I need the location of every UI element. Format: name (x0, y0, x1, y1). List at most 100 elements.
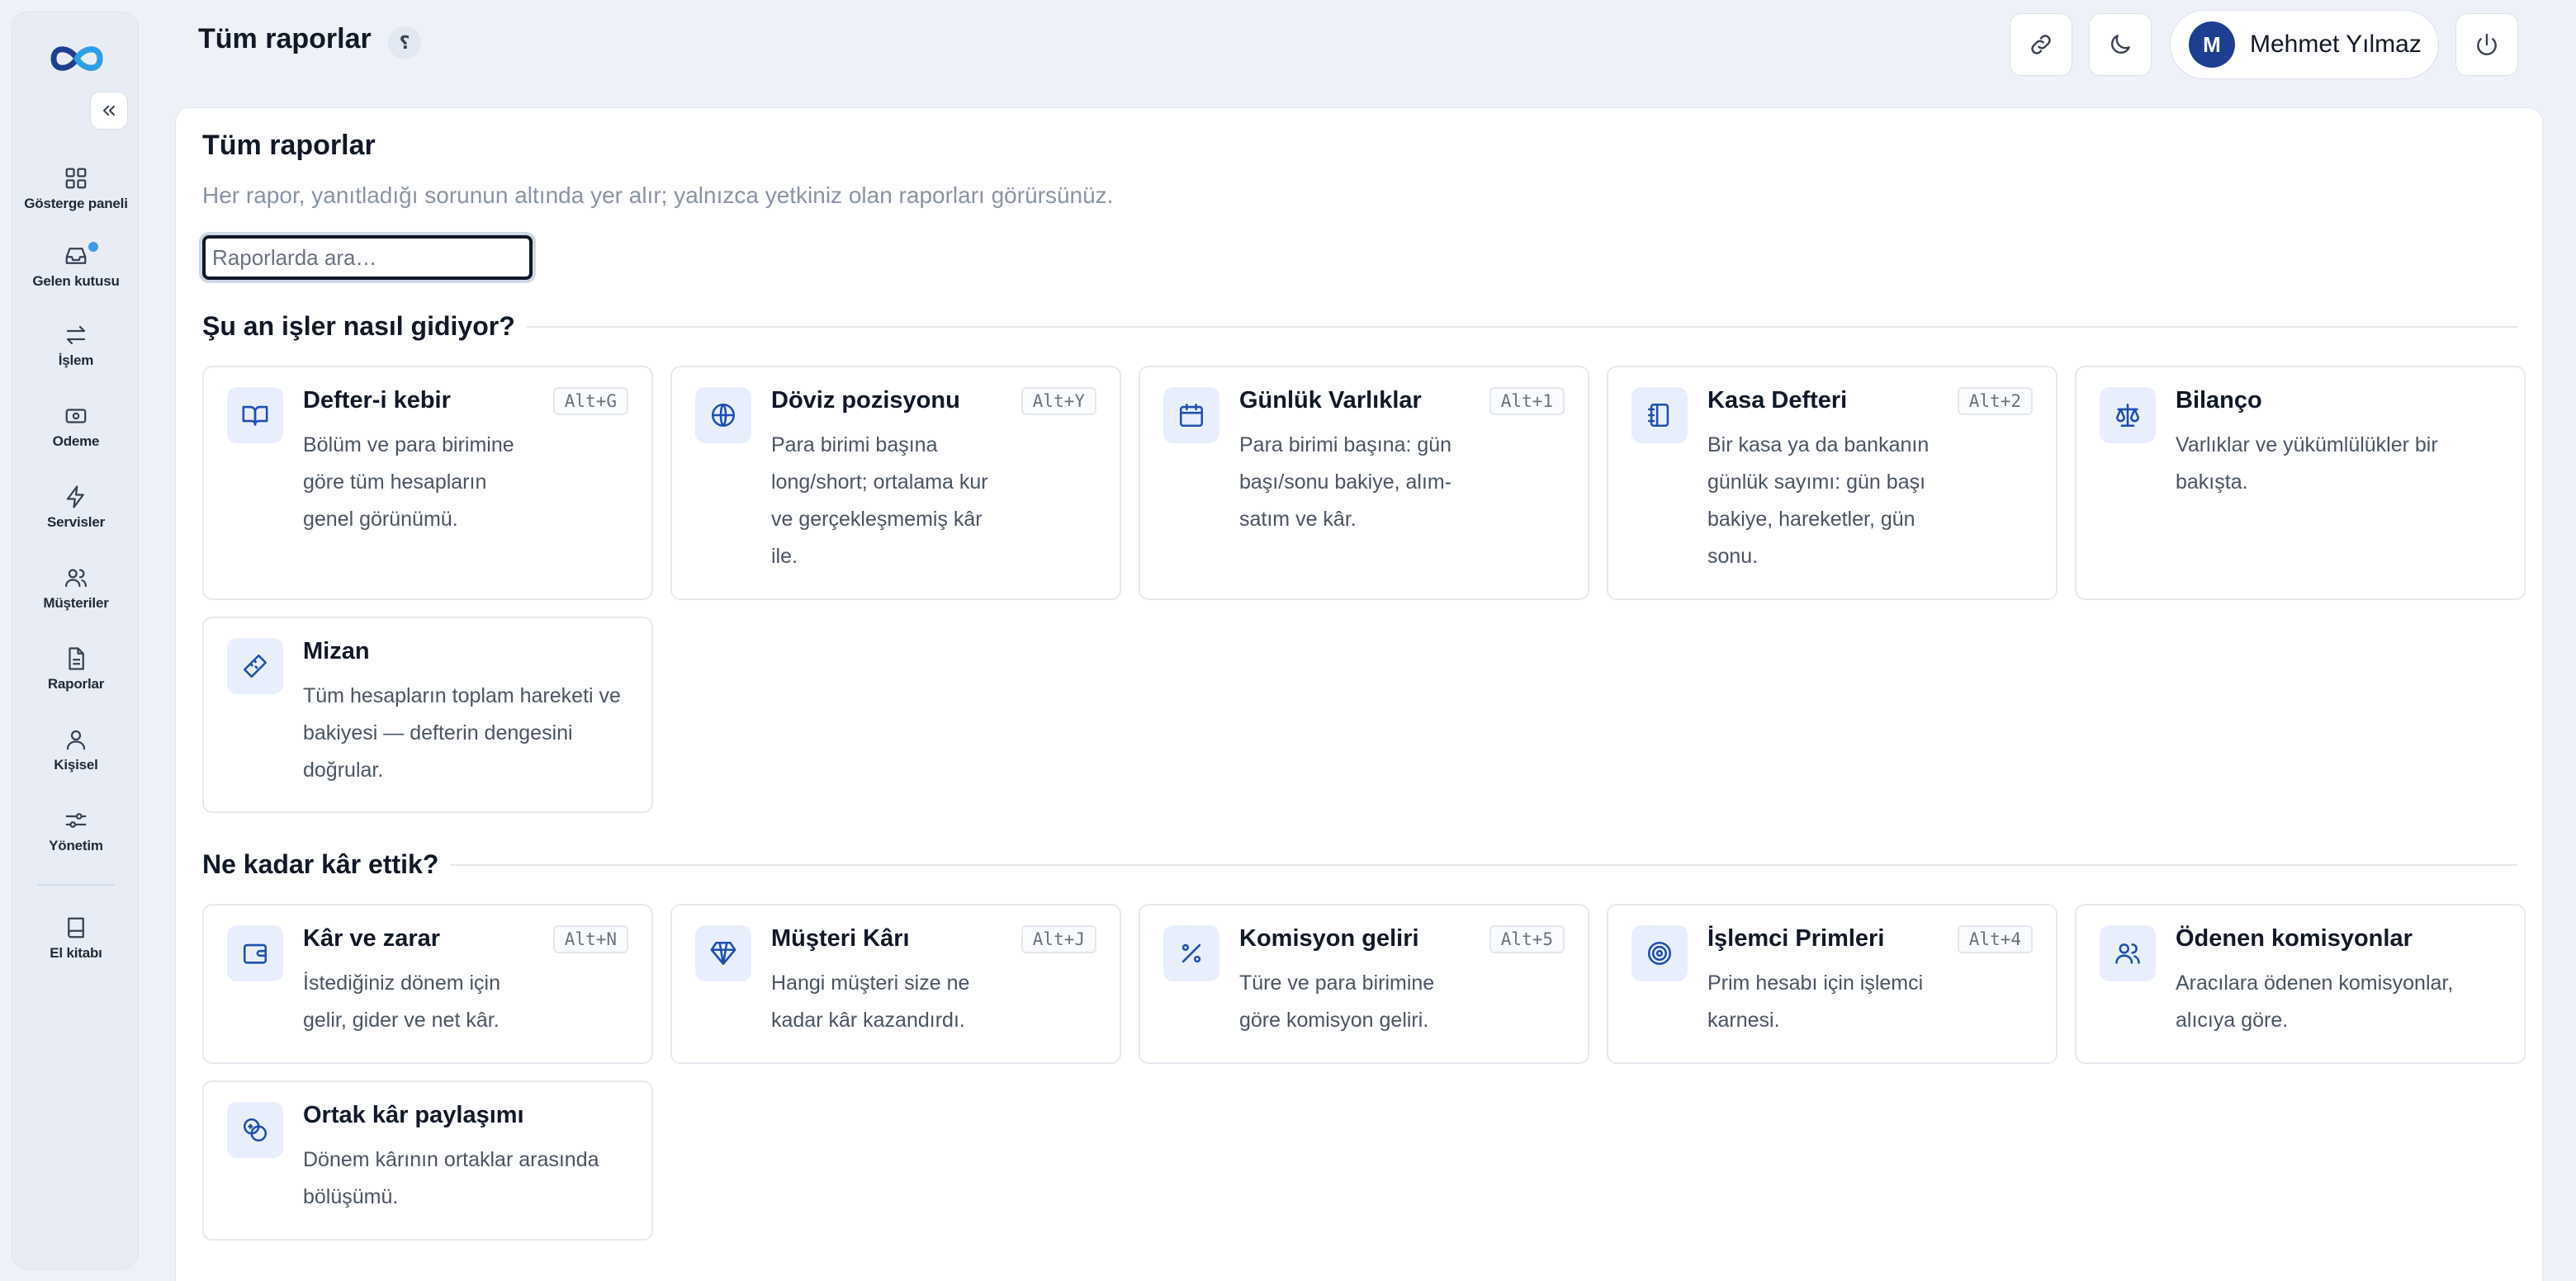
card-icon-box (227, 387, 283, 443)
report-card-commission-income[interactable]: Komisyon geliri Alt+5 Türe ve para birim… (1139, 904, 1589, 1064)
sidebar-item-payment[interactable]: Odeme (12, 395, 140, 458)
sidebar-item-label: Kişisel (54, 757, 98, 773)
dashboard-icon (65, 168, 87, 189)
notebook-icon (1647, 403, 1669, 428)
document-icon (69, 647, 84, 670)
card-description: Aracılara ödenen komisyonlar, alıcıya gö… (2176, 971, 2454, 1032)
sidebar-item-management[interactable]: Yönetim (12, 800, 140, 863)
power-icon (2477, 33, 2497, 55)
ruler-icon (243, 654, 268, 678)
copy-link-button[interactable] (2010, 13, 2072, 76)
sidebar-item-label: Müşteriler (43, 595, 109, 611)
book-icon (68, 917, 84, 938)
dark-mode-toggle[interactable] (2089, 13, 2152, 76)
shortcut-badge: Alt+N (552, 925, 628, 953)
infinity-logo-icon[interactable] (44, 35, 110, 82)
sidebar-item-customers[interactable]: Müşteriler (12, 557, 140, 620)
report-card-customer-profit[interactable]: Müşteri Kârı Alt+J Hangi müşteri size ne… (670, 904, 1121, 1064)
card-title: Ortak kâr paylaşımı (303, 1102, 524, 1128)
reports-panel: Tüm raporlar Her rapor, yanıtladığı soru… (175, 107, 2543, 1281)
shortcut-badge: Alt+5 (1489, 925, 1565, 953)
report-card-partner-profit-share[interactable]: Ortak kâr paylaşımı Dönem kârının ortakl… (202, 1080, 653, 1241)
card-description: Prim hesabı için işlemci karnesi. (1707, 971, 1924, 1032)
card-title: Kasa Defteri (1707, 387, 1848, 414)
card-title: Defter-i kebir (303, 387, 451, 414)
gem-icon (710, 941, 736, 966)
report-card-cash-book[interactable]: Kasa Defteri Alt+2 Bir kasa ya da bankan… (1607, 366, 2057, 600)
section-title: Şu an işler nasıl gidiyor? (202, 311, 2517, 342)
notification-dot (87, 240, 100, 253)
report-card-trial-balance[interactable]: Mizan Tüm hesapların toplam hareketi ve … (202, 617, 653, 813)
card-title: Ödenen komisyonlar (2176, 925, 2413, 952)
sidebar-item-reports[interactable]: Raporlar (12, 638, 140, 701)
card-title: İşlemci Primleri (1707, 925, 1885, 952)
collapse-sidebar-button[interactable] (90, 92, 128, 130)
sidebar-item-label: Gösterge paneli (24, 196, 128, 211)
report-card-fx-position[interactable]: Döviz pozisyonu Alt+Y Para birimi başına… (670, 366, 1121, 600)
card-description: Türe ve para birimine göre komisyon geli… (1239, 971, 1435, 1032)
link-icon (2031, 35, 2051, 54)
sidebar-item-transaction[interactable]: İşlem (12, 314, 140, 377)
card-description: Bir kasa ya da bankanın günlük sayımı: g… (1707, 433, 1930, 568)
scale-icon (2115, 403, 2140, 428)
card-title: Mizan (303, 638, 370, 664)
card-description: Para birimi başına long/short; ortalama … (771, 433, 988, 568)
transfer-icon (66, 325, 86, 345)
card-icon-box (1163, 925, 1219, 981)
card-description: Tüm hesapların toplam hareketi ve bakiye… (303, 684, 621, 782)
search-input[interactable] (202, 235, 533, 280)
user-menu[interactable]: M Mehmet Yılmaz (2170, 10, 2439, 79)
help-glyph: ؟ (399, 32, 410, 53)
wallet-icon (243, 943, 268, 964)
shortcut-badge: Alt+4 (1957, 925, 2033, 953)
section-divider (450, 863, 2517, 866)
card-title: Günlük Varlıklar (1239, 387, 1422, 414)
card-icon-box (227, 925, 283, 981)
section-divider (526, 325, 2517, 328)
target-icon (1647, 941, 1672, 966)
section-title: Ne kadar kâr ettik? (202, 849, 2517, 880)
sidebar-item-services[interactable]: Servisler (12, 476, 140, 539)
report-card-profit-loss[interactable]: Kâr ve zarar Alt+N İstediğiniz dönem içi… (202, 904, 653, 1064)
card-icon-box (227, 638, 283, 694)
report-card-general-ledger[interactable]: Defter-i kebir Alt+G Bölüm ve para birim… (202, 366, 653, 600)
header-title: Tüm raporlar (198, 23, 372, 54)
sidebar-item-dashboard[interactable]: Gösterge paneli (12, 158, 140, 220)
user-name: Mehmet Yılmaz (2250, 31, 2422, 58)
logout-button[interactable] (2455, 13, 2518, 76)
report-card-daily-assets[interactable]: Günlük Varlıklar Alt+1 Para birimi başın… (1139, 366, 1589, 600)
sidebar-item-personal[interactable]: Kişisel (12, 719, 140, 782)
card-description: Hangi müşteri size ne kadar kâr kazandır… (771, 971, 970, 1032)
sidebar-item-label: Gelen kutusu (32, 273, 120, 289)
card-icon-box (695, 387, 751, 443)
chevrons-left-icon (103, 106, 115, 116)
sidebar-item-handbook[interactable]: El kitabı (12, 907, 140, 970)
card-title: Komisyon geliri (1239, 925, 1419, 952)
sidebar-item-label: Raporlar (47, 676, 105, 692)
shortcut-badge: Alt+2 (1957, 387, 2033, 415)
card-title: Müşteri Kârı (771, 925, 910, 952)
payment-icon (65, 409, 87, 423)
sidebar-item-inbox[interactable]: Gelen kutusu (12, 235, 140, 298)
card-icon-box (1631, 387, 1688, 443)
user-icon (66, 730, 86, 750)
report-card-paid-commissions[interactable]: Ödenen komisyonlar Aracılara ödenen komi… (2075, 904, 2526, 1064)
report-card-processor-bonuses[interactable]: İşlemci Primleri Alt+4 Prim hesabı için … (1607, 904, 2057, 1064)
card-icon-box (695, 925, 751, 981)
shortcut-badge: Alt+1 (1489, 387, 1565, 415)
shortcut-badge: Alt+G (552, 387, 628, 415)
sidebar-item-label: İşlem (58, 352, 94, 368)
report-card-balance-sheet[interactable]: Bilanço Varlıklar ve yükümlülükler bir b… (2075, 366, 2526, 600)
sidebar-item-label: Yönetim (49, 838, 103, 853)
card-description: Varlıklar ve yükümlülükler bir bakışta. (2176, 433, 2438, 494)
page-subtitle: Her rapor, yanıtladığı sorunun altında y… (202, 182, 1114, 208)
card-icon-box (2100, 925, 2156, 981)
calendar-icon (1179, 403, 1204, 428)
sidebar: Gösterge paneli Gelen kutusu İşlem Odeme… (12, 12, 139, 1269)
globe-icon (711, 403, 736, 428)
card-title: Bilanço (2176, 387, 2262, 414)
card-icon-box (1163, 387, 1219, 443)
card-description: Dönem kârının ortaklar arasında bölüşümü… (303, 1148, 599, 1208)
help-button[interactable]: ؟ (388, 26, 421, 59)
moon-icon (2111, 35, 2130, 54)
